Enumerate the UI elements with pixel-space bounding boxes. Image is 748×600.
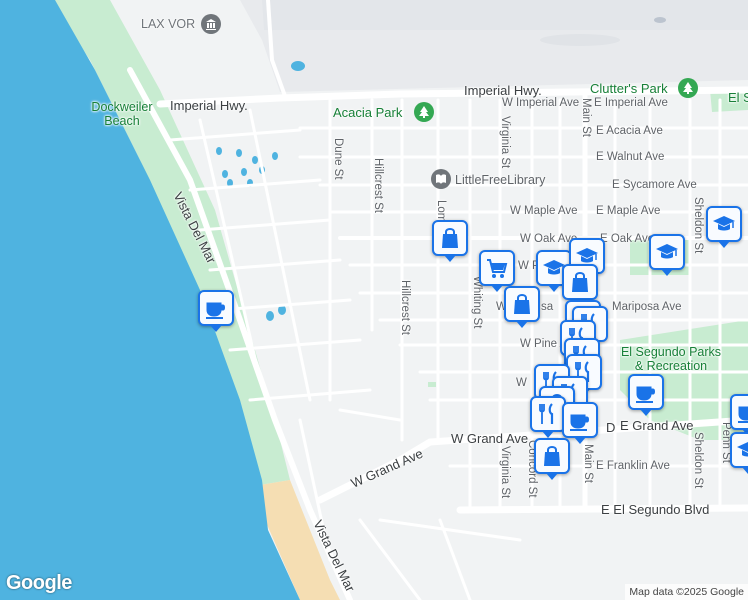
w-partial-label: W bbox=[516, 377, 527, 389]
cafe-marker[interactable] bbox=[562, 402, 598, 444]
e-imperial-ave-label: E Imperial Ave bbox=[594, 97, 668, 109]
shopping-marker[interactable] bbox=[504, 286, 540, 328]
dockweiler-beach-label[interactable]: Dockweiler Beach bbox=[82, 100, 162, 128]
w-grand-ave-label: W Grand Ave bbox=[451, 431, 529, 446]
school-icon bbox=[713, 216, 735, 231]
school-icon bbox=[656, 244, 678, 259]
w-maple-ave-label: W Maple Ave bbox=[510, 205, 578, 217]
el-partial-label: El S bbox=[728, 90, 748, 105]
school-marker[interactable] bbox=[649, 234, 685, 276]
school-marker[interactable] bbox=[706, 206, 742, 248]
restaurant-icon bbox=[539, 403, 554, 424]
book-icon bbox=[436, 174, 446, 184]
virginia-st-label-2: Virginia St bbox=[499, 446, 511, 499]
main-st-label-1: Main St bbox=[580, 98, 592, 137]
sheldon-st-label-1: Sheldon St bbox=[692, 197, 704, 254]
e-acacia-ave-label: E Acacia Ave bbox=[596, 125, 663, 137]
cafe-marker[interactable] bbox=[198, 290, 234, 332]
main-st-label-2: Main St bbox=[582, 444, 594, 483]
e-franklin-ave-label: E Franklin Ave bbox=[596, 460, 670, 472]
landmark-icon[interactable] bbox=[201, 14, 221, 34]
cafe-marker[interactable] bbox=[628, 374, 664, 416]
e-grand-ave-label: E Grand Ave bbox=[620, 418, 694, 433]
e-oak-ave-label: E Oak Ave bbox=[600, 233, 655, 245]
acacia-park-label[interactable]: Acacia Park bbox=[333, 106, 402, 119]
cafe-icon bbox=[738, 406, 748, 423]
sheldon-st-label-2: Sheldon St bbox=[692, 432, 704, 489]
e-grand-prefix-label: D bbox=[606, 420, 616, 435]
e-sycamore-ave-label: E Sycamore Ave bbox=[612, 179, 697, 191]
park-tree-icon[interactable] bbox=[678, 78, 698, 98]
map-attribution[interactable]: Map data ©2025 Google bbox=[625, 584, 748, 600]
google-logo: Google bbox=[6, 572, 72, 594]
hillcrest-st-label-2: Hillcrest St bbox=[399, 280, 411, 335]
cafe-icon bbox=[206, 302, 225, 319]
hillcrest-st-label-1: Hillcrest St bbox=[372, 158, 384, 213]
map-canvas[interactable]: LAX VOR Dockweiler Beach Acacia Park Clu… bbox=[0, 0, 748, 600]
mariposa-ave-label: Mariposa Ave bbox=[612, 301, 682, 313]
library-icon[interactable] bbox=[431, 169, 451, 189]
shopping-marker[interactable] bbox=[562, 264, 598, 306]
park-tree-icon[interactable] bbox=[414, 102, 434, 122]
imperial-hwy-label-right: Imperial Hwy. bbox=[464, 83, 542, 98]
shopping-marker[interactable] bbox=[432, 220, 468, 262]
shopping-marker[interactable] bbox=[534, 438, 570, 480]
columns-icon bbox=[206, 19, 216, 30]
el-segundo-parks-label[interactable]: El Segundo Parks & Recreation bbox=[616, 345, 726, 373]
school-icon bbox=[737, 442, 748, 457]
imperial-hwy-label-left: Imperial Hwy. bbox=[170, 98, 248, 113]
e-maple-ave-label: E Maple Ave bbox=[596, 205, 661, 217]
tree-icon bbox=[683, 82, 693, 94]
e-walnut-ave-label: E Walnut Ave bbox=[596, 151, 665, 163]
lax-vor-label[interactable]: LAX VOR bbox=[141, 18, 195, 31]
w-mariposa-partial-sa-label: sa bbox=[541, 301, 554, 313]
shopping-bag-icon bbox=[544, 446, 560, 466]
e-el-segundo-blvd-label: E El Segundo Blvd bbox=[601, 502, 710, 517]
shopping-bag-icon bbox=[572, 272, 588, 292]
w-imperial-ave-label: W Imperial Ave bbox=[502, 97, 580, 109]
shopping-bag-icon bbox=[442, 228, 458, 248]
shopping-cart-icon bbox=[487, 259, 508, 278]
little-free-library-label[interactable]: LittleFreeLibrary bbox=[455, 174, 545, 187]
school-marker[interactable] bbox=[730, 432, 748, 474]
shopping-bag-icon bbox=[514, 294, 530, 314]
restaurant-marker[interactable] bbox=[530, 396, 566, 438]
dune-st-label: Dune St bbox=[332, 138, 344, 180]
cafe-marker[interactable] bbox=[730, 394, 748, 436]
grocery-marker[interactable] bbox=[479, 250, 515, 292]
cafe-icon bbox=[636, 386, 655, 403]
tree-icon bbox=[419, 106, 429, 118]
clutters-park-label[interactable]: Clutter's Park bbox=[590, 82, 668, 95]
cafe-icon bbox=[570, 414, 589, 431]
virginia-st-label-1: Virginia St bbox=[499, 116, 511, 169]
